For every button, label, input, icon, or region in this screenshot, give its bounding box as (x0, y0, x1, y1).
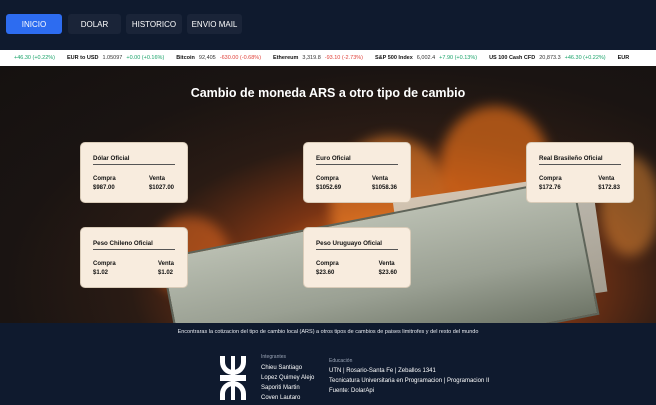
card-compra: Compra $23.60 (316, 260, 339, 278)
card-divider (316, 249, 398, 250)
compra-label: Compra (316, 176, 339, 182)
ticker-change: +7.90 (+0.13%) (439, 55, 478, 61)
utn-logo-icon (220, 356, 246, 400)
educacion-line: Tecnicatura Universitaria en Programacio… (329, 378, 490, 384)
currency-card-peso-uruguayo: Peso Uruguayo Oficial Compra $23.60 Venta… (303, 227, 411, 288)
currency-card-euro: Euro Oficial Compra $1052.69 Venta $1058.3… (303, 142, 411, 203)
ticker-price: 6,002.4 (416, 55, 436, 61)
nav-button-envio-mail[interactable]: ENVIO MAIL (187, 14, 242, 34)
footer: Encontraras la cotizacion del tipo de ca… (0, 323, 656, 405)
currency-card-dolar: Dólar Oficial Compra $987.00 Venta $1027.0… (80, 142, 188, 203)
venta-label: Venta (371, 176, 388, 182)
ticker-change: +46.30 (+0.22%) (14, 55, 55, 61)
ticker-name: EUR to USD (66, 55, 99, 61)
venta-label: Venta (148, 176, 165, 182)
nav-button-dolar[interactable]: DOLAR (68, 14, 121, 34)
card-venta: Venta $1027.00 (149, 175, 174, 193)
ticker-change: +0.00 (+0.16%) (126, 55, 165, 61)
ticker-name: S&P 500 Index (374, 55, 413, 61)
ticker-name: EUR (617, 55, 630, 61)
integrante-name: Lopez Quimey Alejo (261, 375, 315, 381)
educacion-list: UTN | Rosario-Santa Fe | Zeballos 1341 T… (329, 366, 489, 396)
compra-value: $172.76 (539, 185, 561, 191)
ticker-name: Bitcoin (176, 55, 195, 61)
educacion-line: Fuente: DolarApi (329, 388, 375, 394)
card-divider (93, 164, 175, 165)
integrantes-list: Chieu Santiago Lopez Quimey Alejo Sapori… (261, 363, 314, 403)
compra-value: $23.60 (316, 270, 335, 276)
venta-value: $172.83 (598, 185, 620, 191)
compra-label: Compra (316, 261, 339, 267)
venta-value: $1027.00 (148, 185, 174, 191)
educacion-title: Educación (329, 358, 353, 364)
card-compra: Compra $1052.69 (316, 175, 341, 193)
market-ticker[interactable]: +46.30 (+0.22%) EUR to USD 1.05097 +0.00… (0, 50, 656, 66)
card-divider (93, 249, 175, 250)
card-compra: Compra $172.76 (539, 175, 562, 193)
nav-button-historico[interactable]: HISTORICO (126, 14, 182, 34)
card-divider (539, 164, 621, 165)
ticker-change: -630.00 (-0.68%) (219, 55, 262, 61)
ticker-price: 92,405 (198, 55, 216, 61)
ticker-item[interactable]: US 100 Cash CFD 20,873.3 +46.30 (+0.22%) (489, 55, 606, 61)
navbar: INICIO DOLAR HISTORICO ENVIO MAIL (0, 0, 656, 46)
ticker-item[interactable]: Bitcoin 92,405 -630.00 (-0.68%) (176, 55, 261, 61)
card-title: Dólar Oficial (93, 155, 130, 162)
ticker-item[interactable]: EUR (618, 55, 634, 61)
card-venta: Venta $172.83 (598, 175, 620, 193)
integrante-name: Chieu Santiago (261, 365, 303, 371)
card-compra: Compra $987.00 (93, 175, 116, 193)
ticker-change: -93.10 (-2.73%) (324, 55, 363, 61)
card-title: Real Brasileño Oficial (539, 155, 603, 162)
venta-label: Venta (378, 261, 395, 267)
integrantes-title: Integrantes (261, 354, 287, 360)
educacion-line: UTN | Rosario-Santa Fe | Zeballos 1341 (329, 368, 436, 374)
ticker-item[interactable]: +46.30 (+0.22%) (6, 55, 55, 61)
card-title: Euro Oficial (316, 155, 351, 162)
venta-label: Venta (598, 176, 615, 182)
nav-button-inicio[interactable]: INICIO (6, 14, 62, 34)
ticker-name: Ethereum (273, 55, 299, 61)
ticker-price: 20,873.3 (539, 55, 561, 61)
footer-description: Encontraras la cotizacion del tipo de ca… (177, 329, 479, 335)
currency-card-real: Real Brasileño Oficial Compra $172.76 Ven… (526, 142, 634, 203)
venta-value: $1058.36 (371, 185, 397, 191)
compra-label: Compra (93, 176, 116, 182)
venta-value: $1.02 (157, 270, 173, 276)
compra-value: $987.00 (93, 185, 115, 191)
card-title: Peso Chileno Oficial (93, 240, 153, 247)
ticker-price: 3,319.8 (302, 55, 321, 61)
compra-value: $1052.69 (316, 185, 342, 191)
card-venta: Venta $1058.36 (372, 175, 397, 193)
page-title: Cambio de moneda ARS a otro tipo de camb… (190, 86, 466, 100)
card-venta: Venta $23.60 (379, 260, 397, 278)
currency-card-peso-chileno: Peso Chileno Oficial Compra $1.02 Venta $1… (80, 227, 188, 288)
compra-label: Compra (539, 176, 562, 182)
ticker-change: +46.30 (+0.22%) (564, 55, 606, 61)
ticker-track: +46.30 (+0.22%) EUR to USD 1.05097 +0.00… (6, 50, 645, 66)
ticker-name: US 100 Cash CFD (489, 55, 536, 61)
card-divider (316, 164, 398, 165)
venta-label: Venta (157, 261, 174, 267)
ticker-item[interactable]: EUR to USD 1.05097 +0.00 (+0.16%) (67, 55, 164, 61)
integrante-name: Saporiti Martin (261, 385, 300, 391)
ticker-item[interactable]: Ethereum 3,319.8 -93.10 (-2.73%) (273, 55, 363, 61)
ticker-price: 1.05097 (102, 55, 123, 61)
card-venta: Venta $1.02 (158, 260, 174, 278)
venta-value: $23.60 (378, 270, 397, 276)
ticker-item[interactable]: S&P 500 Index 6,002.4 +7.90 (+0.13%) (375, 55, 477, 61)
hero-section: Cambio de moneda ARS a otro tipo de camb… (0, 66, 656, 323)
compra-value: $1.02 (93, 270, 109, 276)
compra-label: Compra (93, 261, 116, 267)
card-title: Peso Uruguayo Oficial (316, 240, 383, 247)
card-compra: Compra $1.02 (93, 260, 116, 278)
integrante-name: Coven Lautaro (261, 395, 301, 401)
